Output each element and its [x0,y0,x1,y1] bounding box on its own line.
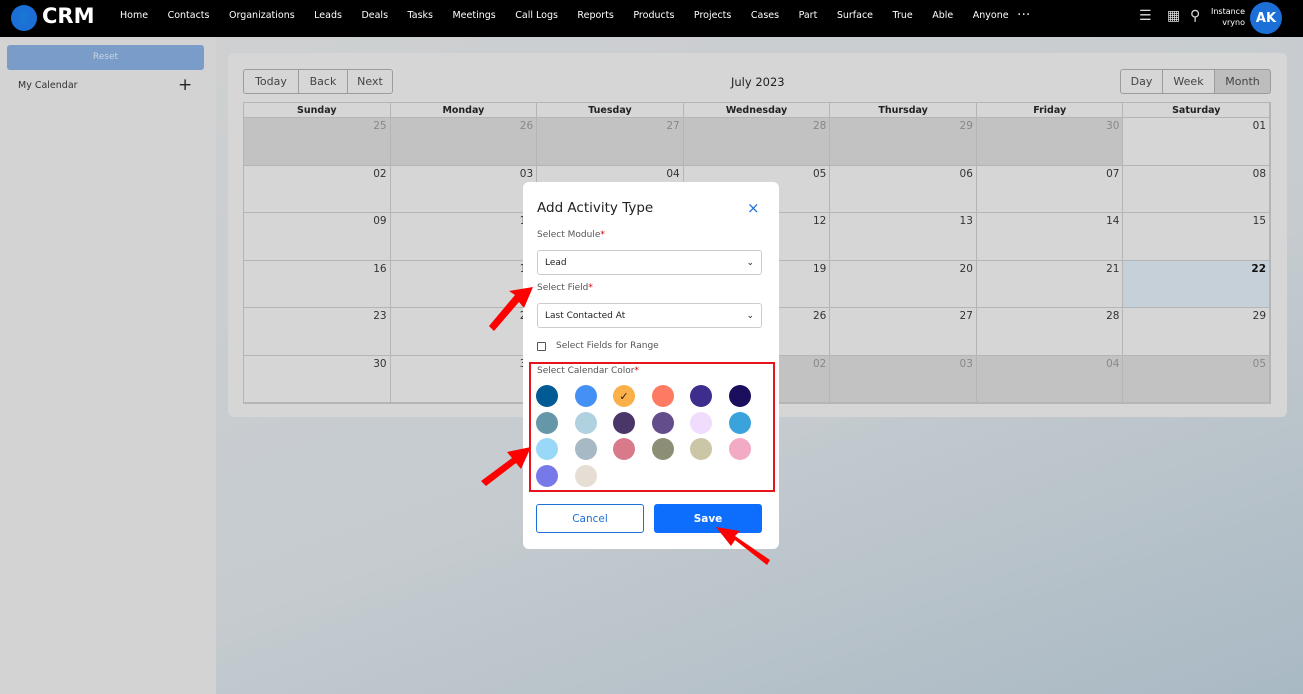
day-cell[interactable]: 09 [244,213,391,261]
day-cell[interactable]: 03 [390,165,538,213]
nav-item-cases[interactable]: Cases [751,10,779,21]
back-button[interactable]: Back [298,69,348,94]
nav-item-call-logs[interactable]: Call Logs [515,10,558,21]
day-cell[interactable]: 10 [390,213,538,261]
current-month: July 2023 [731,75,785,89]
avatar[interactable]: AK [1250,2,1282,34]
cancel-button[interactable]: Cancel [536,504,644,533]
field-select[interactable]: Last Contacted At ⌄ [537,303,762,328]
today-button[interactable]: Today [243,69,299,94]
day-cell[interactable]: 22 [1123,260,1271,308]
field-value: Last Contacted At [545,310,626,321]
add-list-icon[interactable]: ☰ [1139,8,1152,24]
nav-item-surface[interactable]: Surface [837,10,873,21]
day-cell[interactable]: 29 [1123,308,1271,356]
nav-item-projects[interactable]: Projects [694,10,731,21]
nav-item-meetings[interactable]: Meetings [452,10,495,21]
nav-item-part[interactable]: Part [799,10,818,21]
crm-logo-icon[interactable]: 👤 [11,5,37,31]
more-menu-button[interactable]: ··· [1017,7,1030,23]
day-cell[interactable]: 14 [976,213,1124,261]
nav-item-deals[interactable]: Deals [361,10,388,21]
day-cell[interactable]: 20 [830,260,977,308]
module-select[interactable]: Lead ⌄ [537,250,762,275]
nav-item-true[interactable]: True [893,10,913,21]
nav-item-reports[interactable]: Reports [577,10,613,21]
my-calendar-label: My Calendar [18,80,78,91]
weekday-friday: Friday [976,103,1124,118]
weekday-monday: Monday [390,103,538,118]
day-cell[interactable]: 29 [830,118,977,166]
weekday-thursday: Thursday [830,103,977,118]
next-button[interactable]: Next [347,69,393,94]
search-icon[interactable]: ⚲ [1190,8,1200,24]
color-highlight-box [529,362,775,492]
weekday-wednesday: Wednesday [683,103,831,118]
view-month-button[interactable]: Month [1214,69,1271,94]
weekday-header: Sunday Monday Tuesday Wednesday Thursday Frid… [244,103,1271,118]
day-cell[interactable]: 13 [830,213,977,261]
instance-info: Instance vryno [1205,6,1245,28]
module-value: Lead [545,257,567,268]
day-cell[interactable]: 02 [244,165,391,213]
day-cell[interactable]: 31 [390,355,538,403]
user-label: vryno [1222,18,1245,27]
calendar-icon[interactable]: ▦ [1167,8,1180,24]
save-button[interactable]: Save [654,504,762,533]
day-cell[interactable]: 03 [830,355,977,403]
range-checkbox[interactable] [537,342,546,351]
week-row: 25 26 27 28 29 30 01 [244,118,1271,166]
day-cell[interactable]: 05 [1123,355,1271,403]
day-cell[interactable]: 04 [976,355,1124,403]
sidebar: Reset My Calendar + [0,37,216,694]
instance-label: Instance [1210,7,1245,16]
day-cell[interactable]: 25 [244,118,391,166]
nav-menu: Home Contacts Organizations Leads Deals Tasks… [120,10,1028,21]
day-cell[interactable]: 27 [537,118,684,166]
day-cell[interactable]: 30 [244,355,391,403]
top-navbar: 👤 CRM Home Contacts Organizations Leads Deal… [0,0,1303,37]
nav-item-able[interactable]: Able [932,10,953,21]
add-calendar-button[interactable]: + [178,75,192,95]
module-label: Select Module* [537,230,605,240]
weekday-saturday: Saturday [1123,103,1271,118]
nav-item-tasks[interactable]: Tasks [408,10,433,21]
nav-item-home[interactable]: Home [120,10,148,21]
day-cell[interactable]: 16 [244,260,391,308]
nav-item-organizations[interactable]: Organizations [229,10,295,21]
nav-item-contacts[interactable]: Contacts [168,10,210,21]
view-day-button[interactable]: Day [1120,69,1163,94]
day-cell[interactable]: 24 [390,308,538,356]
day-cell[interactable]: 15 [1123,213,1271,261]
day-cell[interactable]: 27 [830,308,977,356]
day-cell[interactable]: 06 [830,165,977,213]
day-cell[interactable]: 21 [976,260,1124,308]
nav-item-leads[interactable]: Leads [314,10,342,21]
nav-item-anyone[interactable]: Anyone [973,10,1009,21]
day-cell[interactable]: 28 [976,308,1124,356]
view-week-button[interactable]: Week [1162,69,1215,94]
app-logo-text[interactable]: CRM [42,4,94,28]
day-cell[interactable]: 30 [976,118,1124,166]
add-activity-type-modal: Add Activity Type × Select Module* Lead ⌄… [523,182,779,549]
modal-title: Add Activity Type [537,200,654,216]
day-cell[interactable]: 26 [390,118,538,166]
nav-item-products[interactable]: Products [633,10,674,21]
day-cell[interactable]: 07 [976,165,1124,213]
close-icon[interactable]: × [747,199,760,217]
field-label: Select Field* [537,283,593,293]
range-label: Select Fields for Range [556,341,659,351]
weekday-tuesday: Tuesday [537,103,684,118]
day-cell[interactable]: 01 [1123,118,1271,166]
day-cell[interactable]: 23 [244,308,391,356]
day-cell[interactable]: 08 [1123,165,1271,213]
reset-button[interactable]: Reset [7,45,204,70]
chevron-down-icon: ⌄ [746,310,754,321]
day-cell[interactable]: 17 [390,260,538,308]
weekday-sunday: Sunday [244,103,391,118]
chevron-down-icon: ⌄ [746,257,754,268]
day-cell[interactable]: 28 [683,118,831,166]
